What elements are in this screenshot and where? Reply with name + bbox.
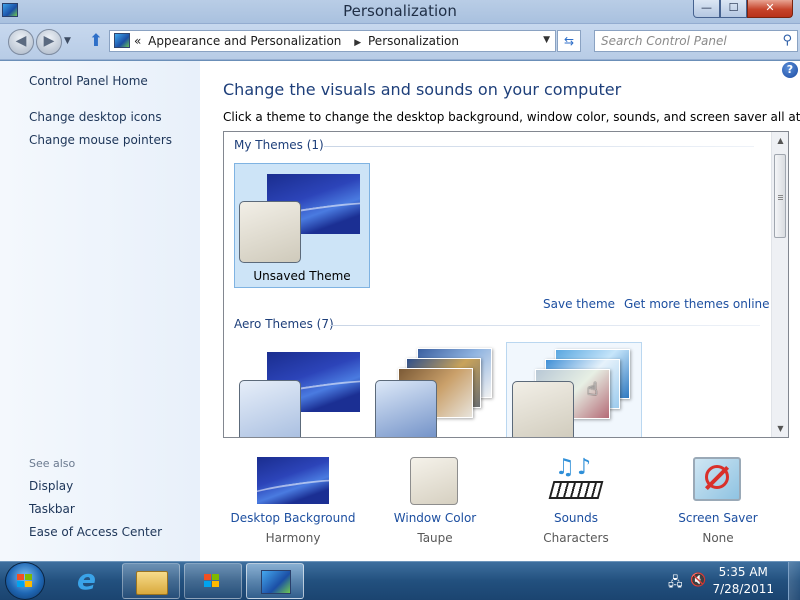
hand-cursor-icon: ☝ (587, 379, 598, 400)
theme-color-swatch (512, 381, 574, 437)
group-divider (324, 146, 754, 147)
screen-saver-icon (693, 457, 741, 501)
navigation-bar: ◀ ▶ ▼ ⬆ « Appearance and Personalization… (0, 24, 800, 60)
grip-icon (778, 195, 783, 196)
windows-logo-icon (17, 574, 34, 589)
group-divider (330, 325, 760, 326)
window-color-swatch (410, 457, 458, 505)
breadcrumb: « Appearance and Personalization ▶ Perso… (134, 34, 462, 48)
ease-of-access-link[interactable]: Ease of Access Center (29, 525, 162, 539)
address-bar[interactable]: « Appearance and Personalization ▶ Perso… (109, 30, 556, 52)
aero-themes-group-label: Aero Themes (7) (234, 317, 334, 331)
internet-explorer-icon: e (77, 563, 96, 596)
get-more-themes-link[interactable]: Get more themes online (624, 297, 770, 311)
instructions-text: Click a theme to change the desktop back… (223, 110, 800, 124)
volume-muted-icon[interactable]: 🔇 (690, 573, 706, 588)
theme-color-swatch (239, 201, 301, 263)
desktop-background-link[interactable]: Desktop Background (228, 511, 358, 525)
theme-architecture[interactable] (370, 342, 506, 437)
control-panel-taskbar-button[interactable] (246, 563, 304, 599)
windows-explorer-button[interactable] (122, 563, 180, 599)
window-color-value: Taupe (417, 531, 453, 545)
close-button[interactable]: ✕ (747, 0, 793, 18)
media-player-button[interactable] (184, 563, 242, 599)
music-note-icon: ♪ (577, 455, 592, 480)
internet-explorer-button[interactable]: e (63, 563, 121, 599)
theme-list[interactable]: My Themes (1) Unsaved Theme Save theme G… (223, 131, 789, 438)
help-icon[interactable]: ? (782, 62, 798, 78)
scroll-down-icon[interactable]: ▼ (772, 420, 788, 437)
control-panel-icon (114, 33, 130, 48)
forward-button[interactable]: ▶ (36, 29, 62, 55)
windows-logo-icon (204, 574, 221, 589)
breadcrumb-appearance[interactable]: Appearance and Personalization (148, 34, 341, 48)
scroll-up-icon[interactable]: ▲ (772, 132, 788, 149)
breadcrumb-overflow[interactable]: « (134, 34, 141, 48)
breadcrumb-personalization[interactable]: Personalization (368, 34, 459, 48)
theme-list-scrollbar[interactable]: ▲ ▼ (771, 132, 788, 437)
my-themes-group-label: My Themes (1) (234, 138, 324, 152)
theme-unsaved[interactable]: Unsaved Theme (234, 163, 370, 288)
theme-windows[interactable] (234, 342, 370, 437)
left-arrow-icon: ◀ (15, 33, 27, 49)
scroll-thumb[interactable] (774, 154, 786, 238)
maximize-button[interactable]: ☐ (720, 0, 747, 18)
show-desktop-button[interactable] (788, 562, 800, 600)
see-also-heading: See also (29, 457, 76, 470)
change-mouse-pointers-link[interactable]: Change mouse pointers (29, 133, 172, 147)
up-arrow-icon[interactable]: ⬆ (87, 32, 105, 52)
right-arrow-icon: ▶ (43, 33, 55, 49)
control-panel-icon (261, 570, 291, 594)
refresh-button[interactable]: ⇆ (557, 30, 581, 52)
desktop-background-value: Harmony (265, 531, 321, 545)
save-theme-link[interactable]: Save theme (543, 297, 615, 311)
search-input[interactable] (601, 32, 776, 50)
sounds-link[interactable]: Sounds (511, 511, 641, 525)
search-box[interactable]: ⚲ (594, 30, 798, 52)
theme-name: Unsaved Theme (253, 269, 351, 283)
minimize-button[interactable]: — (693, 0, 720, 18)
search-icon[interactable]: ⚲ (782, 33, 792, 48)
clock-date: 7/28/2011 (712, 582, 774, 596)
desktop-background-thumbnail (257, 457, 329, 504)
start-button[interactable] (5, 562, 45, 600)
screen-saver-link[interactable]: Screen Saver (653, 511, 783, 525)
control-panel-home-link[interactable]: Control Panel Home (29, 74, 148, 88)
address-dropdown-icon[interactable]: ▼ (543, 35, 550, 45)
taskbar: e 🖧 🔇 5:35 AM 7/28/2011 (0, 561, 800, 600)
keyboard-icon (548, 481, 604, 499)
network-icon[interactable]: 🖧 (668, 573, 683, 595)
system-tray: 🖧 🔇 5:35 AM 7/28/2011 (660, 562, 800, 600)
title-bar: Personalization — ☐ ✕ (0, 0, 800, 24)
taskbar-link[interactable]: Taskbar (29, 502, 75, 516)
refresh-icon: ⇆ (563, 34, 575, 48)
screen-saver-value: None (702, 531, 734, 545)
back-button[interactable]: ◀ (8, 29, 34, 55)
theme-color-swatch (375, 380, 437, 437)
theme-characters[interactable]: ☝ (506, 342, 642, 437)
recent-pages-dropdown[interactable]: ▼ (64, 36, 71, 46)
theme-color-swatch (239, 380, 301, 437)
music-note-icon: ♫ (555, 455, 575, 480)
sounds-value: Characters (543, 531, 609, 545)
breadcrumb-separator-icon[interactable]: ▶ (354, 38, 361, 48)
left-navigation-pane: Control Panel Home Change desktop icons … (0, 61, 200, 561)
page-title: Change the visuals and sounds on your co… (223, 80, 622, 99)
clock-time: 5:35 AM (718, 565, 768, 579)
window-title: Personalization (343, 2, 457, 20)
change-desktop-icons-link[interactable]: Change desktop icons (29, 110, 162, 124)
display-link[interactable]: Display (29, 479, 73, 493)
clock[interactable]: 5:35 AM 7/28/2011 (712, 564, 774, 598)
sounds-icon: ♫ ♪ (547, 455, 605, 507)
window-color-link[interactable]: Window Color (370, 511, 500, 525)
folder-icon (136, 571, 168, 595)
